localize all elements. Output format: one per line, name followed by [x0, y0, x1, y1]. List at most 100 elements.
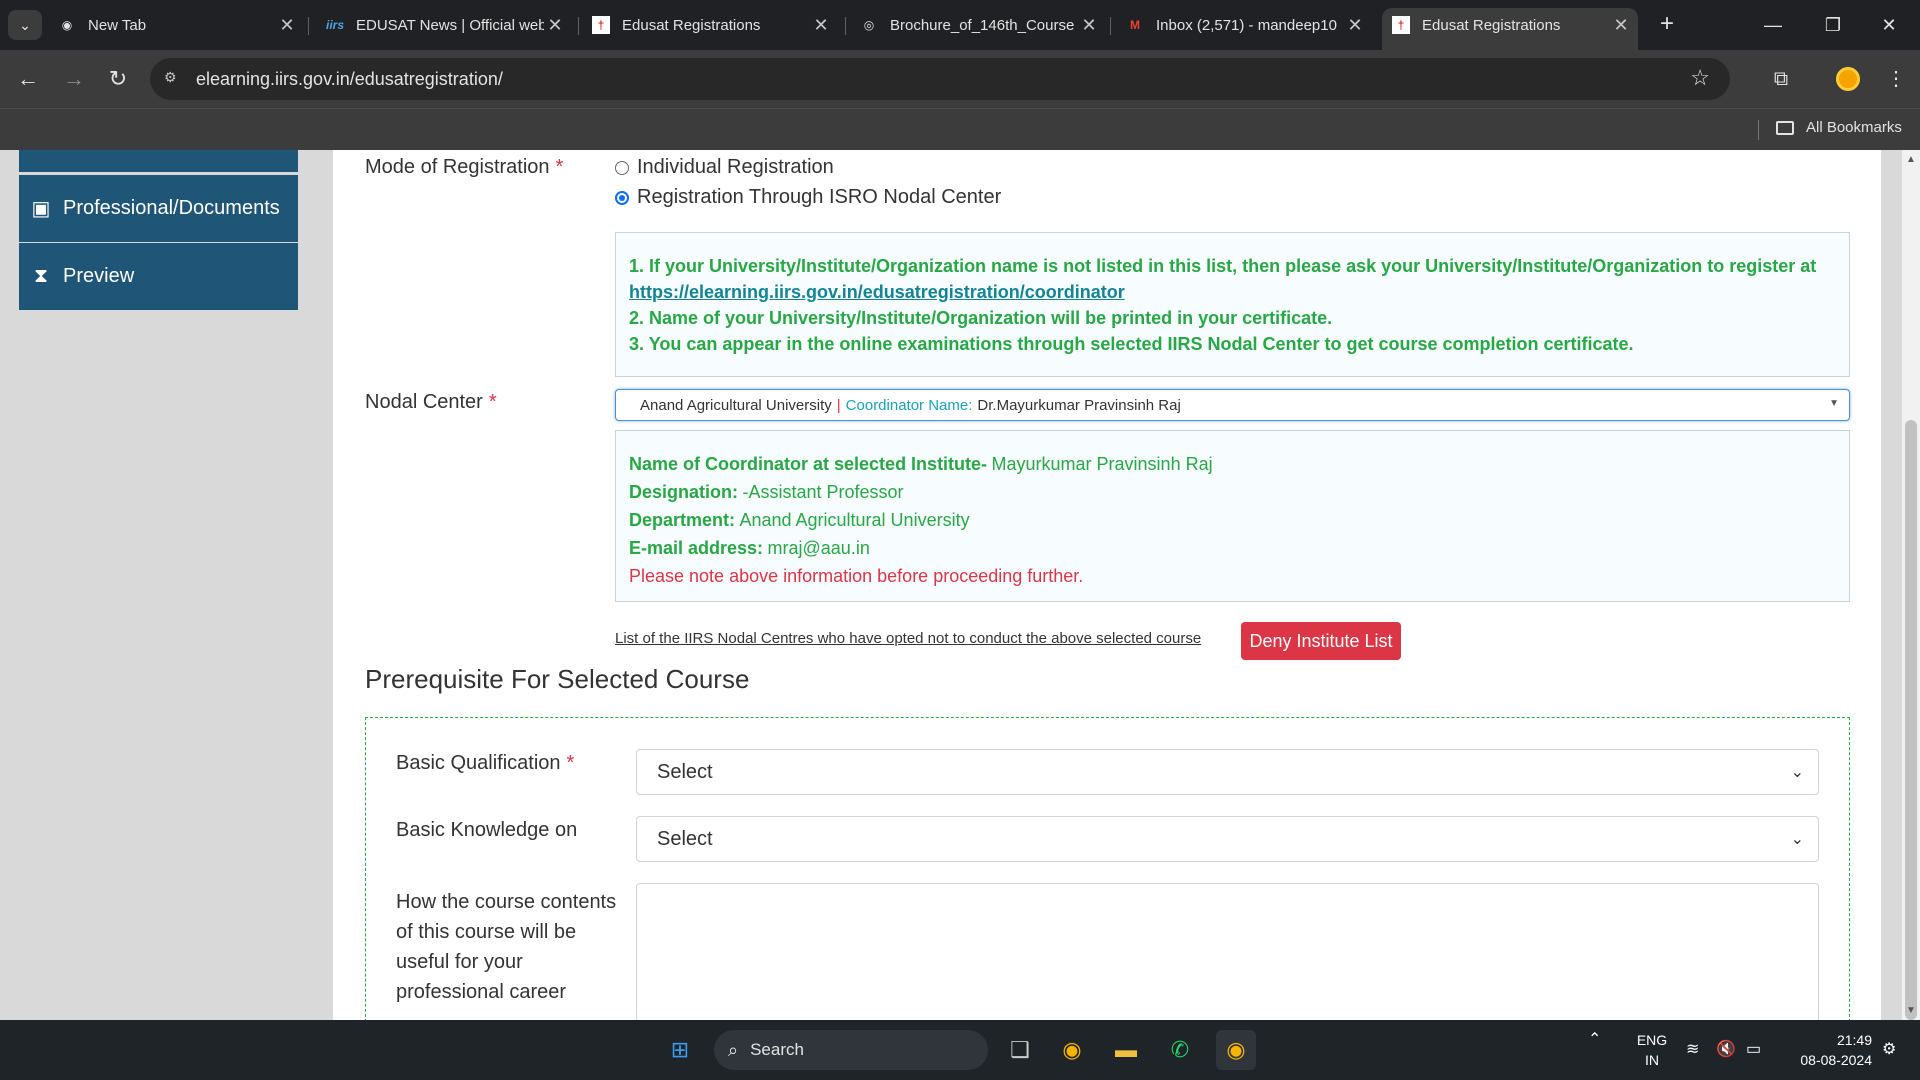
file-explorer-icon[interactable]: ▬	[1106, 1030, 1146, 1070]
tab-search-button[interactable]: ⌄	[8, 10, 42, 40]
radio-label: Individual Registration	[637, 156, 834, 178]
windows-start-icon[interactable]: ⊞	[660, 1030, 700, 1070]
notifications-icon[interactable]: ⚙	[1882, 1030, 1896, 1070]
radio-button-checked[interactable]	[615, 190, 629, 205]
tab-title: Edusat Registrations	[1422, 16, 1561, 34]
department-row: Department: Anand Agricultural Universit…	[629, 507, 1836, 535]
all-bookmarks-label: All Bookmarks	[1806, 119, 1902, 136]
basic-knowledge-label: Basic Knowledge on	[396, 819, 578, 841]
scroll-down-icon[interactable]: ▼	[1906, 1005, 1916, 1016]
more-menu-icon[interactable]: ⋮	[1882, 65, 1910, 93]
coordinator-name-label: Coordinator Name:	[845, 396, 973, 414]
tab-edusat-news[interactable]: iirs EDUSAT News | Official website ✕	[326, 8, 566, 42]
arrow-right-icon: →	[63, 66, 85, 91]
forward-button[interactable]: →	[60, 65, 88, 93]
chevron-down-icon: ⌄	[1790, 764, 1804, 781]
chrome-icon: ◉	[61, 18, 73, 32]
radio-button[interactable]	[615, 160, 629, 175]
extensions-icon[interactable]: ⧉	[1767, 65, 1795, 93]
tab-separator	[845, 17, 846, 35]
deny-list-link[interactable]: List of the IIRS Nodal Centres who have …	[615, 630, 1201, 647]
bookmark-star-icon[interactable]: ☆	[1690, 65, 1710, 91]
close-window-button[interactable]: ✕	[1866, 8, 1912, 42]
label-line: professional career	[396, 981, 567, 1003]
close-icon[interactable]: ✕	[1344, 15, 1366, 36]
nodal-instructions-box: 1. If your University/Institute/Organiza…	[615, 232, 1850, 377]
chrome-icon[interactable]: ◉	[1052, 1030, 1092, 1070]
region-code: IN	[1645, 1052, 1659, 1068]
arrow-left-icon: ←	[17, 66, 39, 91]
chrome-active-icon[interactable]: ◉	[1216, 1030, 1256, 1070]
volume-muted-icon[interactable]: 🔇	[1716, 1030, 1736, 1070]
sidebar-item-previous[interactable]	[19, 150, 298, 172]
time: 21:49	[1836, 1032, 1872, 1048]
instruction-line-1: 1. If your University/Institute/Organiza…	[629, 256, 1817, 276]
iirs-icon: iirs	[326, 18, 345, 32]
show-hidden-icons[interactable]: ⌃	[1588, 1030, 1601, 1050]
date: 08-08-2024	[1800, 1052, 1872, 1068]
email-row: E-mail address: mraj@aau.in	[629, 535, 1836, 563]
back-button[interactable]: ←	[14, 65, 42, 93]
tab-title: Brochure_of_146th_Course	[890, 16, 1075, 34]
radio-label: Registration Through ISRO Nodal Center	[637, 186, 1002, 208]
radio-nodal-center-registration[interactable]: Registration Through ISRO Nodal Center	[615, 186, 1001, 209]
bookmark-separator	[1758, 120, 1759, 140]
taskbar-search[interactable]: ⌕ Search	[714, 1030, 988, 1070]
basic-knowledge-select[interactable]: Select ⌄	[636, 816, 1819, 862]
sidebar-item-professional-documents[interactable]: ▣ Professional/Documents	[19, 175, 298, 242]
close-icon[interactable]: ✕	[276, 15, 298, 36]
tab-title: Edusat Registrations	[622, 16, 761, 34]
whatsapp-icon[interactable]: ✆	[1160, 1030, 1200, 1070]
language-code: ENG	[1636, 1032, 1668, 1048]
tab-edusat-registrations-active[interactable]: † Edusat Registrations ✕	[1382, 8, 1638, 50]
url-text[interactable]: elearning.iirs.gov.in/edusatregistration…	[196, 69, 503, 90]
scrollbar-thumb[interactable]	[1905, 420, 1917, 1020]
required-asterisk: *	[566, 752, 575, 774]
required-asterisk: *	[555, 156, 564, 178]
iirs-logo-icon: †	[1392, 16, 1410, 34]
task-view-icon[interactable]: ❑	[1000, 1030, 1040, 1070]
browser-tab-strip: ⌄ ◉ New Tab ✕ iirs EDUSAT News | Officia…	[0, 0, 1920, 50]
sidebar-item-preview[interactable]: ⧗ Preview	[19, 243, 298, 310]
close-icon[interactable]: ✕	[1078, 15, 1100, 36]
profile-avatar[interactable]	[1836, 67, 1860, 91]
gmail-icon: M	[1130, 18, 1140, 32]
close-icon[interactable]: ✕	[1610, 15, 1632, 36]
windows-taskbar: ⊞ ⌕ Search ❑ ◉ ▬ ✆ ◉ ⌃ ENG IN ≋ 🔇 ▭ 21:4…	[0, 1020, 1920, 1080]
coordinator-name-row: Name of Coordinator at selected Institut…	[629, 451, 1836, 479]
coordinator-registration-link[interactable]: https://elearning.iirs.gov.in/edusatregi…	[629, 279, 1836, 305]
caret-down-icon: ▼	[1829, 398, 1839, 409]
close-icon[interactable]: ✕	[544, 15, 566, 36]
label-line: useful for your	[396, 951, 523, 973]
site-settings-icon[interactable]: ⚙	[164, 69, 184, 89]
all-bookmarks-button[interactable]: All Bookmarks	[1776, 119, 1902, 136]
minimize-button[interactable]: —	[1750, 8, 1796, 42]
course-usefulness-label: How the course contents of this course w…	[396, 887, 616, 1007]
new-tab-button[interactable]: +	[1652, 10, 1682, 40]
course-usefulness-textarea[interactable]	[636, 883, 1819, 1020]
nodal-center-select[interactable]: Anand Agricultural University | Coordina…	[615, 389, 1850, 421]
tab-new-tab[interactable]: ◉ New Tab ✕	[58, 8, 298, 42]
restore-button[interactable]: ❐	[1810, 8, 1856, 42]
sidebar-item-label: Professional/Documents	[63, 197, 280, 219]
tab-gmail-inbox[interactable]: M Inbox (2,571) - mandeep10 ✕	[1126, 8, 1366, 42]
close-icon[interactable]: ✕	[810, 15, 832, 36]
clock[interactable]: 21:49 08-08-2024	[1782, 1030, 1872, 1070]
tab-edusat-registrations[interactable]: † Edusat Registrations ✕	[592, 8, 832, 42]
tab-brochure[interactable]: ◎ Brochure_of_146th_Course ✕	[860, 8, 1100, 42]
radio-individual-registration[interactable]: Individual Registration	[615, 156, 834, 179]
mode-of-registration-label: Mode of Registration *	[365, 156, 563, 179]
bookmarks-bar: All Bookmarks	[0, 108, 1920, 150]
language-indicator[interactable]: ENG IN	[1632, 1030, 1672, 1070]
wifi-icon[interactable]: ≋	[1686, 1030, 1699, 1070]
basic-qualification-select[interactable]: Select ⌄	[636, 749, 1819, 795]
department-value: Anand Agricultural University	[739, 510, 970, 530]
globe-icon: ◎	[863, 18, 875, 32]
reload-button[interactable]: ↻	[104, 65, 132, 93]
scroll-up-icon[interactable]: ▲	[1906, 154, 1916, 165]
page-scrollbar[interactable]: ▲ ▼	[1902, 150, 1920, 1020]
search-label: Search	[750, 1040, 804, 1059]
address-bar[interactable]: ⚙ elearning.iirs.gov.in/edusatregistrati…	[150, 58, 1730, 100]
battery-icon[interactable]: ▭	[1746, 1030, 1761, 1070]
deny-institute-list-button[interactable]: Deny Institute List	[1241, 622, 1401, 660]
